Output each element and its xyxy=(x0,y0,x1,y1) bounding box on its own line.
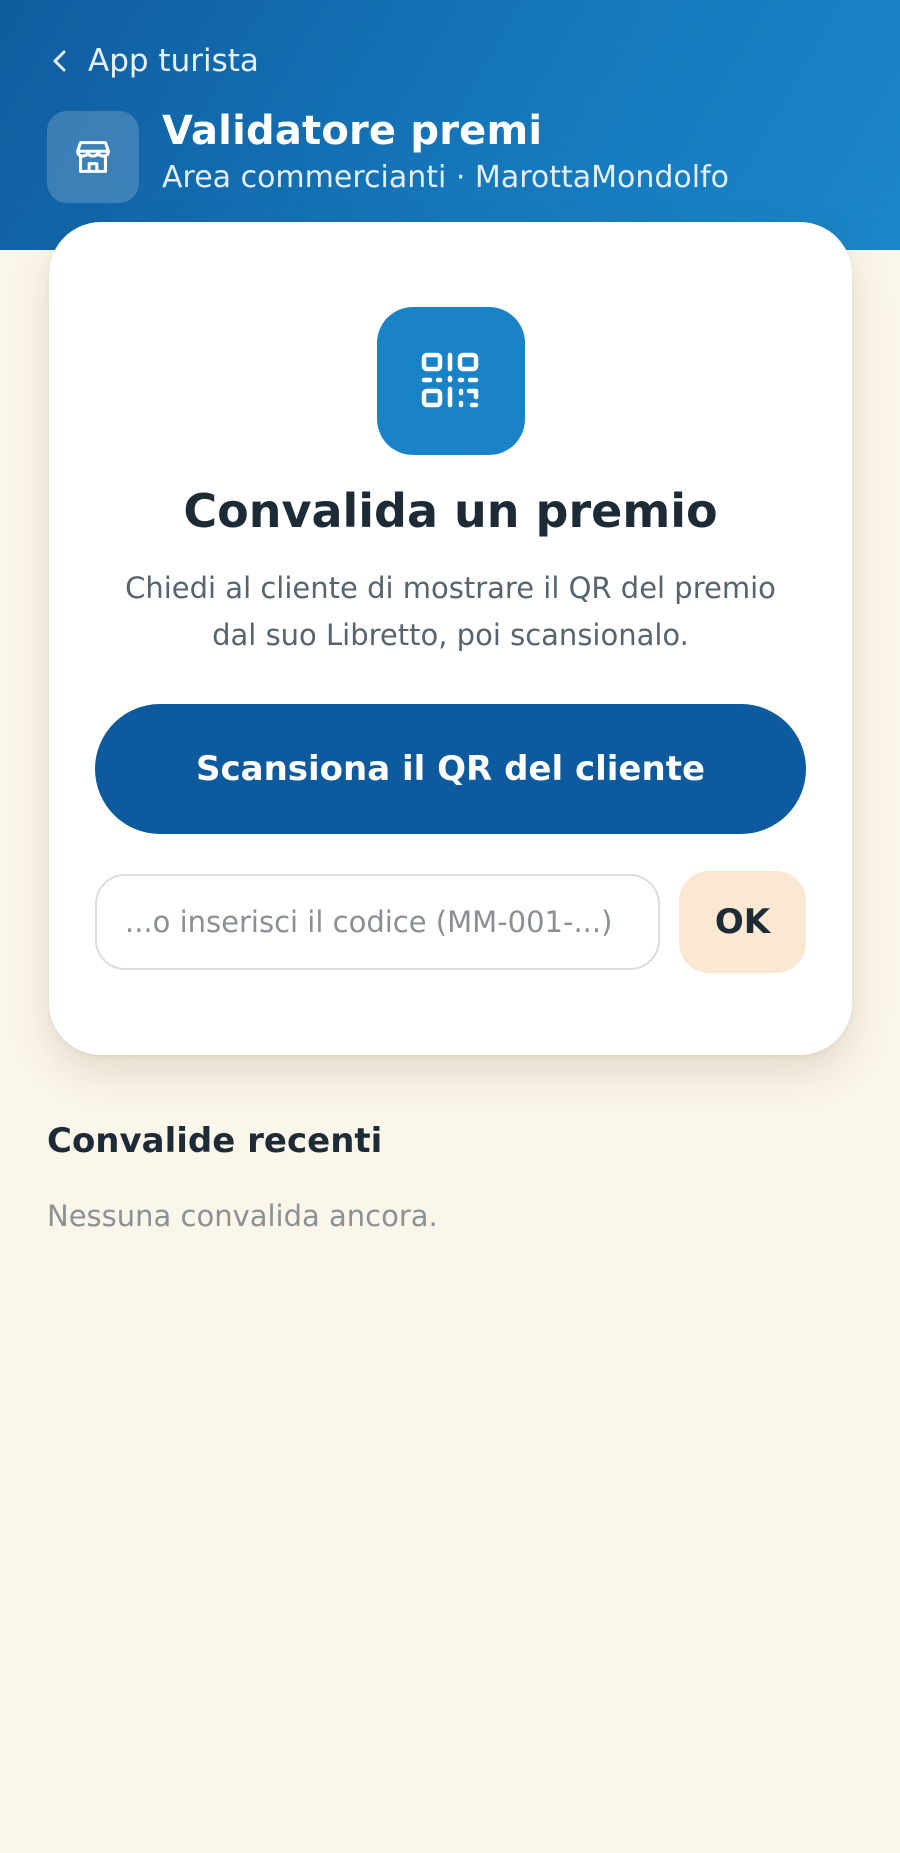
page-title: Validatore premi xyxy=(162,108,543,154)
qr-icon-tile xyxy=(377,307,525,455)
card-title: Convalida un premio xyxy=(183,484,718,538)
recent-validations-title: Convalide recenti xyxy=(47,1121,383,1161)
qr-code-icon xyxy=(421,352,479,408)
store-icon xyxy=(76,141,110,173)
chevron-left-icon xyxy=(53,50,66,72)
validate-card: Convalida un premio Chiedi al cliente di… xyxy=(49,222,852,1055)
page-subtitle: Area commercianti · MarottaMondolfo xyxy=(162,160,730,195)
back-link-label: App turista xyxy=(88,43,259,79)
code-input[interactable] xyxy=(95,874,660,970)
ok-button[interactable]: OK xyxy=(679,871,806,973)
store-icon-tile xyxy=(47,111,139,203)
app-header: App turista Validatore premi Area commer… xyxy=(0,0,900,250)
scan-qr-button[interactable]: Scansiona il QR del cliente xyxy=(95,704,806,834)
recent-validations-empty: Nessuna convalida ancora. xyxy=(47,1199,438,1233)
back-link[interactable]: App turista xyxy=(50,38,259,84)
card-description: Chiedi al cliente di mostrare il QR del … xyxy=(125,571,776,652)
